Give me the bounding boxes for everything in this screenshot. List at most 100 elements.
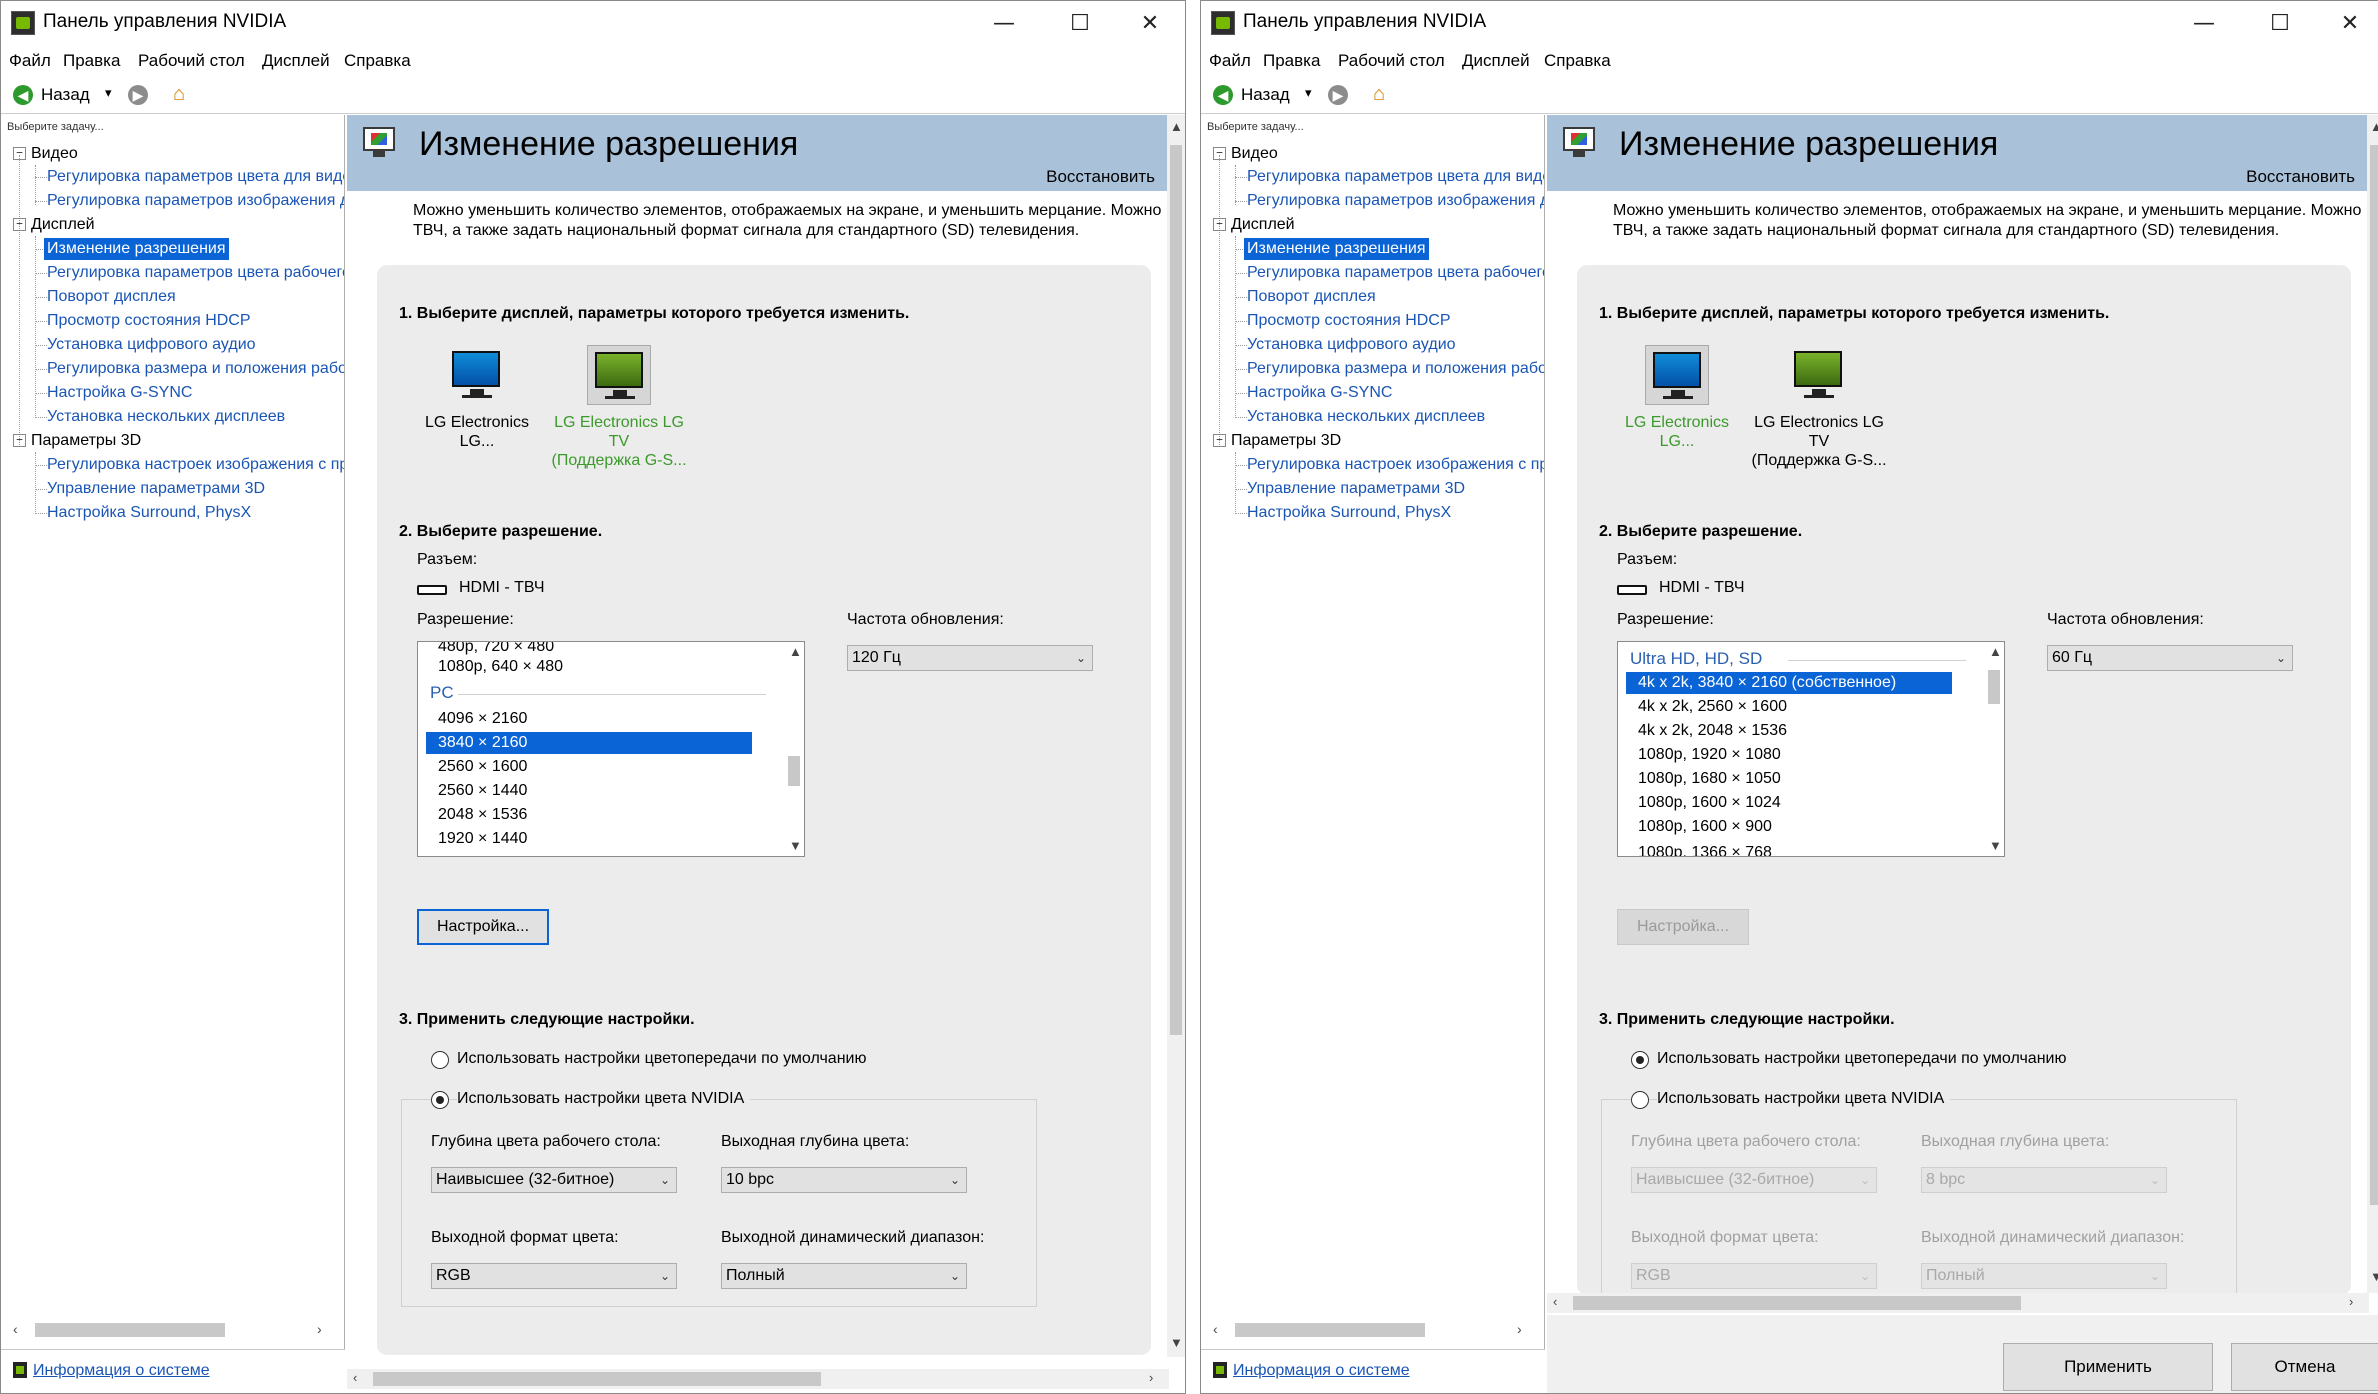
menu-file[interactable]: Файл	[9, 51, 51, 71]
tree-group-display[interactable]: − Дисплей	[1213, 214, 1295, 236]
resolution-item[interactable]: 1080p, 1680 × 1050	[1638, 768, 1781, 790]
resolution-item-selected[interactable]: 4k x 2k, 3840 × 2160 (собственное)	[1626, 672, 1952, 694]
scroll-down-icon[interactable]: ▼	[2370, 1269, 2378, 1284]
tree-item-gsync[interactable]: Настройка G-SYNC	[1247, 382, 1392, 404]
scroll-thumb[interactable]	[35, 1323, 225, 1337]
menu-desktop[interactable]: Рабочий стол	[1338, 51, 1445, 71]
tree-group-display[interactable]: − Дисплей	[13, 214, 95, 236]
cancel-button[interactable]: Отмена	[2231, 1343, 2378, 1391]
tree-item-multiple-displays[interactable]: Установка нескольких дисплеев	[47, 406, 285, 428]
resolution-item[interactable]: 1080p, 1920 × 1080	[1638, 744, 1781, 766]
scroll-down-icon[interactable]: ▼	[1989, 838, 2002, 853]
restore-link[interactable]: Восстановить	[1046, 167, 1155, 187]
tree-item-3d-preview[interactable]: Регулировка настроек изображения с просм…	[1247, 454, 1544, 476]
refresh-rate-select[interactable]: 120 Гц ⌄	[847, 645, 1093, 671]
tree-horizontal-scrollbar[interactable]: ‹ ›	[1211, 1321, 1533, 1339]
scroll-left-icon[interactable]: ‹	[1213, 1321, 1218, 1337]
menu-help[interactable]: Справка	[344, 51, 411, 71]
listbox-scrollbar[interactable]: ▲ ▼	[784, 642, 804, 856]
radio-default-color[interactable]	[1631, 1051, 1649, 1069]
scroll-right-icon[interactable]: ›	[1149, 1370, 1153, 1385]
scroll-up-icon[interactable]: ▲	[1989, 644, 2002, 659]
menu-edit[interactable]: Правка	[63, 51, 120, 71]
tree-item-change-resolution[interactable]: Изменение разрешения	[1244, 238, 1429, 260]
scroll-up-icon[interactable]: ▲	[789, 644, 802, 659]
display-lg-tv[interactable]: LG Electronics LG TV (Поддержка G-S...	[1749, 345, 1889, 470]
output-depth-select[interactable]: 10 bpc ⌄	[721, 1167, 967, 1193]
content-horizontal-scrollbar[interactable]: ‹ ›	[347, 1369, 1169, 1389]
collapse-icon[interactable]: −	[13, 147, 26, 161]
desktop-depth-select[interactable]: Наивысшее (32-битное) ⌄	[431, 1167, 677, 1193]
menu-display[interactable]: Дисплей	[262, 51, 330, 71]
resolution-listbox[interactable]: Ultra HD, HD, SD 4k x 2k, 3840 × 2160 (с…	[1617, 641, 2005, 857]
refresh-rate-select[interactable]: 60 Гц ⌄	[2047, 645, 2293, 671]
tree-item-hdcp-status[interactable]: Просмотр состояния HDCP	[47, 310, 251, 332]
resolution-item[interactable]: 1080p, 1366 × 768	[1638, 842, 1772, 856]
menu-desktop[interactable]: Рабочий стол	[138, 51, 245, 71]
tree-item-video-image[interactable]: Регулировка параметров изображения для в…	[1247, 190, 1544, 212]
tree-group-video[interactable]: − Видео	[1213, 143, 1278, 165]
scroll-thumb[interactable]	[373, 1372, 821, 1386]
tree-item-3d-preview[interactable]: Регулировка настроек изображения с просм…	[47, 454, 344, 476]
maximize-button[interactable]: ☐	[2245, 1, 2315, 47]
scroll-left-icon[interactable]: ‹	[1553, 1294, 1557, 1309]
collapse-icon[interactable]: −	[1213, 434, 1226, 448]
resolution-item[interactable]: 4k x 2k, 2560 × 1600	[1638, 696, 1787, 718]
tree-group-3d[interactable]: − Параметры 3D	[1213, 430, 1341, 452]
tree-item-video-color[interactable]: Регулировка параметров цвета для видео	[1247, 166, 1544, 188]
radio-default-color[interactable]	[431, 1051, 449, 1069]
tree-item-rotate-display[interactable]: Поворот дисплея	[47, 286, 176, 308]
scroll-thumb[interactable]	[2370, 145, 2378, 1205]
scroll-thumb[interactable]	[1170, 145, 1182, 1035]
scroll-down-icon[interactable]: ▼	[1170, 1335, 1183, 1350]
title-bar[interactable]: Панель управления NVIDIA — ☐ ✕	[1, 1, 1185, 47]
home-icon[interactable]: ⌂	[173, 83, 195, 105]
tree-item-rotate-display[interactable]: Поворот дисплея	[1247, 286, 1376, 308]
tree-item-manage-3d[interactable]: Управление параметрами 3D	[1247, 478, 1465, 500]
radio-nvidia-color[interactable]	[431, 1091, 449, 1109]
desktop-depth-select[interactable]: Наивысшее (32-битное) ⌄	[1631, 1167, 1877, 1193]
resolution-listbox[interactable]: 480p, 720 × 480 1080p, 640 × 480 PC 4096…	[417, 641, 805, 857]
resolution-item[interactable]: 2560 × 1440	[438, 780, 527, 802]
scroll-right-icon[interactable]: ›	[317, 1321, 322, 1337]
home-icon[interactable]: ⌂	[1373, 83, 1395, 105]
tree-item-gsync[interactable]: Настройка G-SYNC	[47, 382, 192, 404]
customize-button[interactable]: Настройка...	[1617, 909, 1749, 945]
menu-help[interactable]: Справка	[1544, 51, 1611, 71]
forward-arrow-icon[interactable]: ▶	[1328, 85, 1348, 105]
resolution-item[interactable]: 4096 × 2160	[438, 708, 527, 730]
tree-group-3d[interactable]: − Параметры 3D	[13, 430, 141, 452]
scroll-down-icon[interactable]: ▼	[789, 838, 802, 853]
scroll-thumb[interactable]	[1988, 670, 2000, 704]
title-bar[interactable]: Панель управления NVIDIA — ☐ ✕	[1201, 1, 2378, 47]
resolution-item[interactable]: 1920 × 1440	[438, 828, 527, 850]
tree-item-desktop-color[interactable]: Регулировка параметров цвета рабочего ст…	[1247, 262, 1544, 284]
collapse-icon[interactable]: −	[13, 218, 26, 232]
close-button[interactable]: ✕	[1115, 1, 1185, 47]
resolution-item[interactable]: 1080p, 1600 × 1024	[1638, 792, 1781, 814]
output-range-select[interactable]: Полный ⌄	[721, 1263, 967, 1289]
tree-item-change-resolution[interactable]: Изменение разрешения	[44, 238, 229, 260]
close-button[interactable]: ✕	[2315, 1, 2378, 47]
scroll-thumb[interactable]	[1573, 1296, 2021, 1310]
tree-item-hdcp-status[interactable]: Просмотр состояния HDCP	[1247, 310, 1451, 332]
apply-button[interactable]: Применить	[2003, 1343, 2213, 1391]
history-dropdown[interactable]: ▾	[105, 85, 112, 101]
back-button[interactable]: Назад	[1241, 85, 1290, 105]
tree-item-surround-physx[interactable]: Настройка Surround, PhysX	[1247, 502, 1451, 524]
resolution-item[interactable]: 4k x 2k, 2048 × 1536	[1638, 720, 1787, 742]
tree-item-desktop-size[interactable]: Регулировка размера и положения рабочего…	[1247, 358, 1544, 380]
customize-button[interactable]: Настройка...	[417, 909, 549, 945]
content-horizontal-scrollbar[interactable]: ‹ ›	[1547, 1293, 2369, 1313]
scroll-thumb[interactable]	[1235, 1323, 1425, 1337]
collapse-icon[interactable]: −	[1213, 147, 1226, 161]
resolution-item[interactable]: 1080p, 640 × 480	[438, 656, 563, 678]
resolution-item[interactable]: 2560 × 1600	[438, 756, 527, 778]
display-lg-monitor[interactable]: LG Electronics LG...	[407, 345, 547, 451]
output-format-select[interactable]: RGB ⌄	[1631, 1263, 1877, 1289]
output-format-select[interactable]: RGB ⌄	[431, 1263, 677, 1289]
scroll-left-icon[interactable]: ‹	[353, 1370, 357, 1385]
tree-group-video[interactable]: − Видео	[13, 143, 78, 165]
system-info-link[interactable]: Информация о системе	[1233, 1362, 1410, 1380]
listbox-scrollbar[interactable]: ▲ ▼	[1984, 642, 2004, 856]
